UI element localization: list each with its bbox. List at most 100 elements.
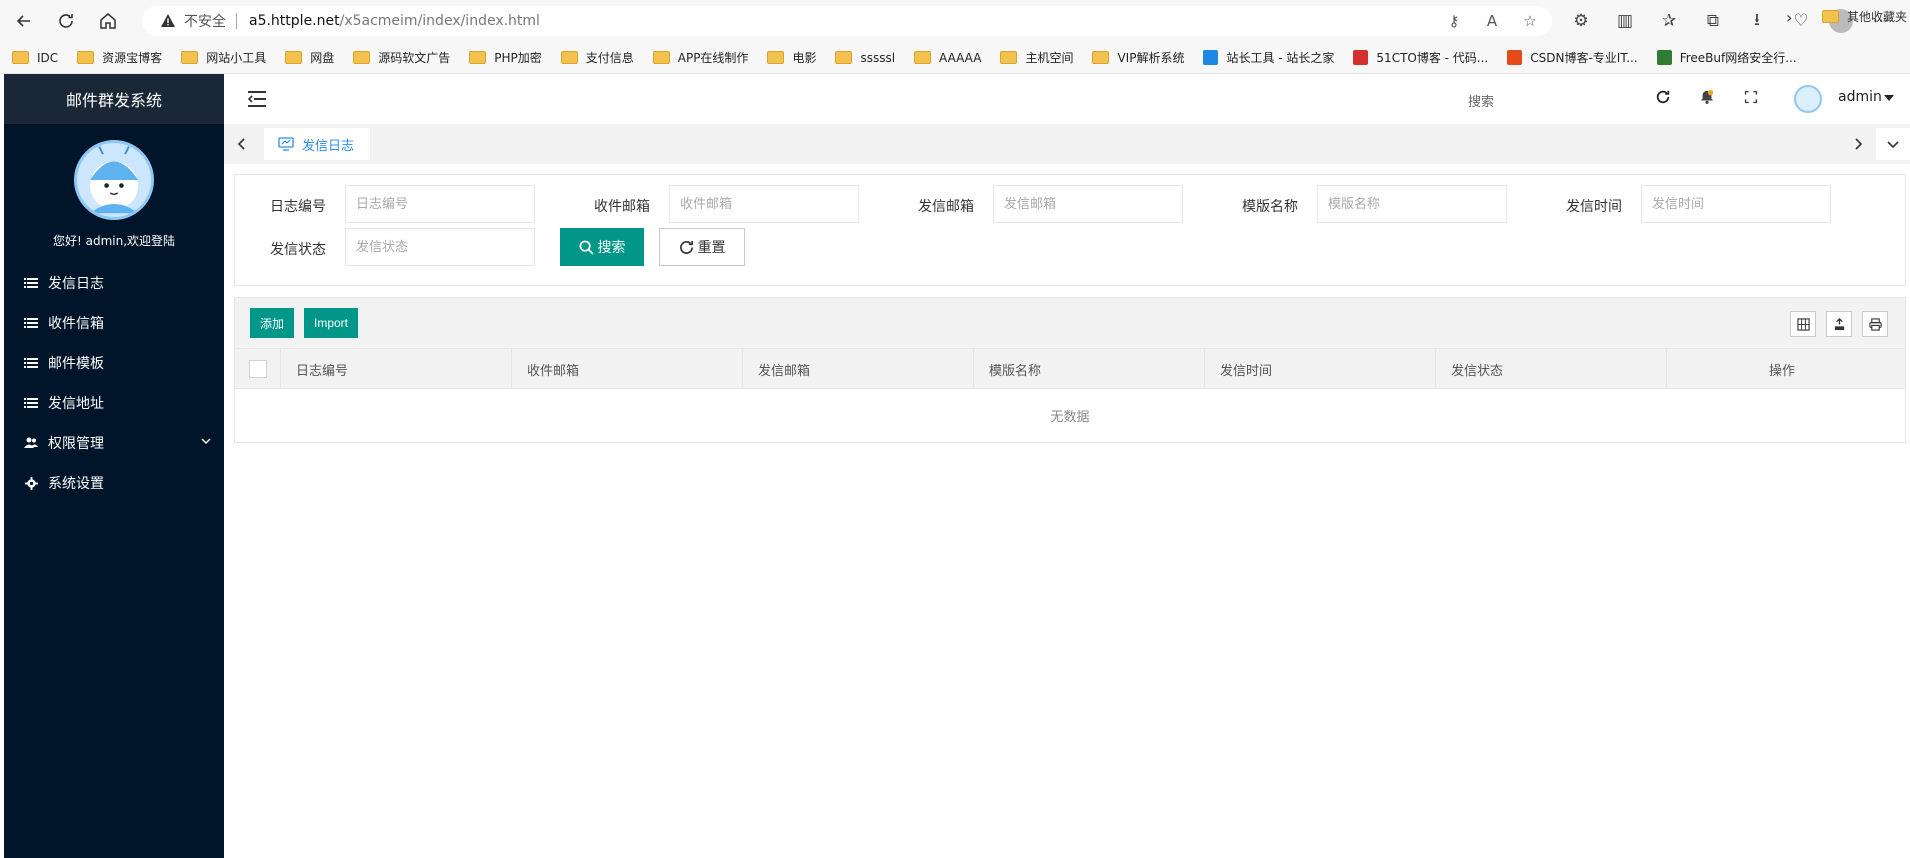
bookmark-item[interactable]: AAAAA — [914, 51, 981, 65]
refresh-icon[interactable] — [48, 3, 84, 39]
select-all-checkbox[interactable] — [249, 360, 267, 378]
sidebar-item-label: 邮件模板 — [48, 356, 104, 372]
collections-icon[interactable]: ⧉ — [1697, 6, 1729, 36]
sender-email-input[interactable] — [993, 185, 1183, 223]
insecure-label: 不安全 — [184, 14, 226, 30]
list-icon — [24, 316, 38, 330]
add-button[interactable]: 添加 — [250, 308, 295, 338]
refresh-icon[interactable] — [1654, 88, 1672, 106]
import-button[interactable]: Import — [304, 308, 359, 338]
send-status-input[interactable] — [345, 228, 535, 266]
sidebar-item-inbox[interactable]: 收件信箱 — [4, 303, 224, 343]
favorites-icon[interactable]: ✰ — [1653, 6, 1685, 36]
bookmark-label: 站长工具 - 站长之家 — [1226, 51, 1335, 65]
sidebar-item-settings[interactable]: 系统设置 — [4, 463, 224, 503]
field-label-template: 模版名称 — [1242, 199, 1298, 215]
caret-down-icon[interactable] — [1884, 95, 1894, 101]
header-search[interactable]: 搜索 — [1468, 91, 1494, 110]
template-name-input[interactable] — [1317, 185, 1507, 223]
list-icon — [24, 356, 38, 370]
bookmark-item[interactable]: 站长工具 - 站长之家 — [1203, 49, 1334, 66]
bookmark-label: FreeBuf网络安全行... — [1679, 51, 1797, 65]
address-bar[interactable]: 不安全 a5.httple.net/x5acmeim/index/index.h… — [142, 6, 1552, 36]
sidebar-item-permissions[interactable]: 权限管理 — [4, 423, 224, 463]
bookmark-item[interactable]: 资源宝博客 — [77, 49, 162, 66]
column-status: 发信状态 — [1436, 349, 1667, 389]
sidebar-item-label: 发信日志 — [48, 276, 104, 292]
table-header: 日志编号 收件邮箱 发信邮箱 模版名称 发信时间 发信状态 操作 — [235, 349, 1905, 389]
sidebar-item-send-log[interactable]: 发信日志 — [4, 263, 224, 303]
notification-bell-icon[interactable] — [1698, 88, 1716, 106]
folder-icon — [652, 51, 670, 64]
log-id-input[interactable] — [345, 185, 535, 223]
fullscreen-icon[interactable] — [1742, 88, 1760, 106]
sidebar-item-sender-address[interactable]: 发信地址 — [4, 383, 224, 423]
search-button[interactable]: 搜索 — [560, 228, 644, 266]
other-bookmarks[interactable]: 其他收藏夹 — [1822, 8, 1907, 25]
bookmark-item[interactable]: 网盘 — [285, 49, 334, 66]
folder-icon — [469, 51, 487, 64]
field-label-send-time: 发信时间 — [1566, 199, 1622, 215]
key-icon[interactable]: ⚷ — [1444, 11, 1464, 31]
user-avatar[interactable] — [1794, 85, 1822, 113]
folder-icon — [914, 51, 932, 64]
warning-icon — [161, 14, 175, 27]
sidebar-item-templates[interactable]: 邮件模板 — [4, 343, 224, 383]
bookmarks-bar: IDC 资源宝博客 网站小工具 网盘 源码软文广告 PHP加密 支付信息 APP在线制作 电影 s… — [0, 42, 1910, 74]
field-label-status: 发信状态 — [270, 242, 326, 258]
username[interactable]: admin — [1838, 89, 1882, 105]
top-header: 搜索 admin — [224, 74, 1910, 124]
bookmark-label: sssssl — [860, 50, 896, 65]
reset-button[interactable]: 重置 — [659, 228, 745, 266]
sidebar-item-label: 收件信箱 — [48, 316, 104, 332]
recipient-email-input[interactable] — [669, 185, 859, 223]
bookmark-item[interactable]: 电影 — [767, 49, 816, 66]
bookmark-item[interactable]: FreeBuf网络安全行... — [1656, 49, 1797, 66]
print-icon[interactable] — [1862, 311, 1888, 337]
favorite-star-icon[interactable]: ☆ — [1520, 11, 1540, 31]
chevron-down-icon — [201, 438, 211, 445]
collapse-menu-icon[interactable] — [246, 88, 268, 110]
download-icon[interactable]: ⭳ — [1741, 6, 1773, 36]
bookmark-item[interactable]: 51CTO博客 - 代码... — [1353, 49, 1488, 66]
home-icon[interactable] — [90, 3, 126, 39]
bookmark-item[interactable]: 主机空间 — [1000, 49, 1073, 66]
send-time-input[interactable] — [1641, 185, 1831, 223]
bookmark-label: 资源宝博客 — [102, 51, 163, 65]
bookmark-item[interactable]: 网站小工具 — [181, 49, 266, 66]
bookmark-label: VIP解析系统 — [1117, 51, 1185, 65]
chevron-left-icon[interactable] — [234, 136, 250, 152]
tab-send-log[interactable]: 发信日志 — [264, 128, 371, 160]
export-icon[interactable] — [1826, 311, 1852, 337]
bookmark-label: 主机空间 — [1025, 51, 1074, 65]
bookmarks-more-icon[interactable]: › — [1786, 8, 1792, 27]
bookmark-label: 支付信息 — [585, 51, 634, 65]
extensions-icon[interactable]: ⚙ — [1565, 6, 1597, 36]
refresh-icon — [679, 240, 693, 254]
bookmark-item[interactable]: VIP解析系统 — [1092, 49, 1184, 66]
url-path: /x5acmeim/index/index.html — [339, 13, 540, 29]
bookmark-item[interactable]: sssssl — [835, 51, 895, 65]
site-favicon-icon — [1507, 50, 1523, 65]
back-icon[interactable] — [6, 3, 42, 39]
search-icon — [579, 240, 594, 255]
site-favicon-icon — [1353, 50, 1369, 65]
bookmark-item[interactable]: PHP加密 — [469, 49, 542, 66]
avatar — [74, 140, 154, 220]
table-toolbar: 添加 Import — [235, 298, 1905, 349]
bookmark-item[interactable]: 源码软文广告 — [353, 49, 450, 66]
column-sender: 发信邮箱 — [743, 349, 974, 389]
app-title: 邮件群发系统 — [4, 74, 224, 124]
list-icon — [24, 276, 38, 290]
bookmark-item[interactable]: 支付信息 — [560, 49, 634, 66]
bookmark-item[interactable]: IDC — [12, 51, 58, 65]
chevron-right-icon[interactable] — [1850, 136, 1866, 152]
tab-menu-button[interactable] — [1876, 128, 1910, 160]
read-aloud-icon[interactable]: A — [1482, 11, 1502, 31]
bookmark-label: APP在线制作 — [677, 51, 749, 65]
bookmark-item[interactable]: CSDN博客-专业IT... — [1507, 49, 1638, 66]
columns-filter-icon[interactable] — [1790, 311, 1816, 337]
bookmark-item[interactable]: APP在线制作 — [652, 49, 749, 66]
split-screen-icon[interactable]: ▥ — [1609, 6, 1641, 36]
data-table: 添加 Import 日志编号 收件邮箱 发信邮箱 模版名称 发信时间 发信状态 … — [234, 297, 1906, 443]
